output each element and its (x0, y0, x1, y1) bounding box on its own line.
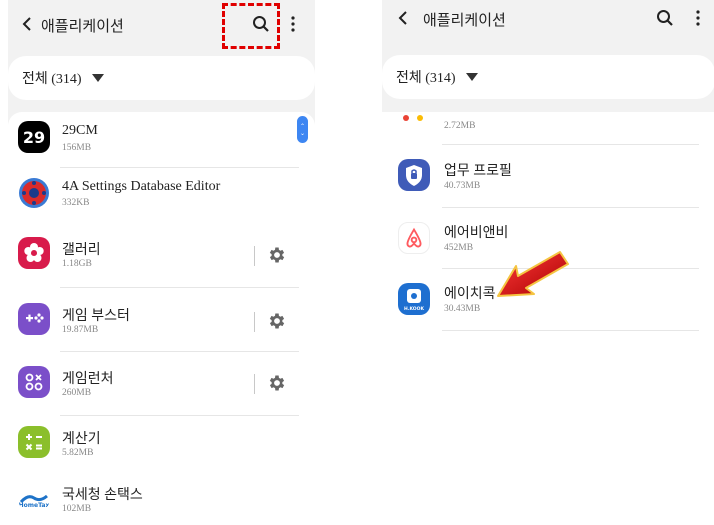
back-arrow-icon (22, 17, 31, 31)
app-size: 5.82MB (62, 448, 94, 458)
app-name: 게임 부스터 (62, 309, 130, 324)
h-kook-icon: H.KOOK (398, 283, 430, 315)
app-row-calculator[interactable]: 계산기 5.82MB (8, 416, 315, 474)
app-size: 260MB (62, 388, 92, 398)
more-vertical-icon (696, 10, 700, 26)
chevron-down-icon: ⌄ (299, 129, 306, 137)
app-name: 에이치콕 (444, 287, 496, 302)
app-size: 1.18GB (62, 259, 92, 269)
search-button[interactable] (653, 6, 677, 30)
app-row-game-launcher[interactable]: 게임런처 260MB (8, 352, 315, 416)
app-size: 2.72MB (444, 121, 476, 131)
app-row-settings-db[interactable]: 4A Settings Database Editor 332KB (8, 168, 315, 224)
gear-separator (254, 374, 255, 394)
app-row-29cm[interactable]: 29 29CM 156MB (8, 112, 315, 170)
app-row-gallery[interactable]: 갤러리 1.18GB (8, 226, 315, 286)
search-icon (253, 16, 269, 32)
app-size: 19.87MB (62, 325, 99, 335)
game-launcher-icon (18, 366, 50, 398)
settings-db-icon (18, 177, 50, 209)
app-size: 156MB (62, 143, 92, 153)
more-options-button[interactable] (281, 12, 305, 36)
app-size: 452MB (444, 243, 474, 253)
hometax-icon: HomeTax (18, 482, 50, 514)
app-row-partial[interactable]: 2.72MB (382, 112, 714, 134)
gallery-icon (18, 237, 50, 269)
game-booster-icon (18, 303, 50, 335)
gear-separator (254, 246, 255, 266)
back-button[interactable] (16, 10, 38, 38)
filter-dropdown[interactable]: 전체 (314) (8, 56, 315, 100)
app-size: 102MB (62, 504, 92, 514)
app-name: 29CM (62, 123, 98, 138)
calculator-icon (18, 426, 50, 458)
svg-text:H.KOOK: H.KOOK (404, 306, 424, 312)
app-name: 갤러리 (62, 243, 101, 258)
more-vertical-icon (291, 16, 295, 32)
app-size: 40.73MB (444, 181, 481, 191)
app-size: 30.43MB (444, 304, 481, 314)
app-name: 에어비앤비 (444, 226, 509, 241)
page-title: 애플리케이션 (41, 19, 124, 35)
divider (442, 330, 699, 331)
search-icon (657, 10, 673, 26)
filter-label: 전체 (314) (396, 71, 456, 86)
more-options-button[interactable] (686, 6, 710, 30)
app-settings-button[interactable] (266, 310, 288, 332)
left-phone-screen: 애플리케이션 전체 (314) 29 29CM 156MB 4A Setting… (8, 0, 315, 525)
app-row-work-profile[interactable]: 업무 프로필 40.73MB (382, 145, 714, 207)
app-row-game-booster[interactable]: 게임 부스터 19.87MB (8, 288, 315, 352)
app-name: 계산기 (62, 432, 101, 447)
page-title: 애플리케이션 (423, 13, 506, 29)
svg-text:29: 29 (23, 128, 45, 147)
app-list: 29 29CM 156MB 4A Settings Database Edito… (8, 112, 315, 525)
airbnb-icon (398, 222, 430, 254)
back-arrow-icon (398, 11, 407, 25)
gear-icon (269, 313, 285, 329)
app-settings-button[interactable] (266, 372, 288, 394)
gear-separator (254, 312, 255, 332)
app-bar: 애플리케이션 (8, 0, 315, 52)
chevron-up-icon: ⌃ (299, 122, 306, 130)
app-name: 게임런처 (62, 372, 114, 387)
app-name: 업무 프로필 (444, 164, 512, 179)
dropdown-caret-icon (465, 73, 478, 81)
right-phone-screen: 애플리케이션 전체 (314) 2.72MB 업무 프로필 40.73MB 에어… (382, 0, 714, 335)
gear-icon (269, 375, 285, 391)
29cm-icon: 29 (18, 121, 50, 153)
app-settings-button[interactable] (266, 244, 288, 266)
gear-icon (269, 247, 285, 263)
app-bar: 애플리케이션 (382, 0, 714, 52)
app-list: 2.72MB 업무 프로필 40.73MB 에어비앤비 452MB H.KOOK (382, 112, 714, 335)
filter-dropdown[interactable]: 전체 (314) (382, 55, 714, 99)
filter-label: 전체 (314) (22, 72, 82, 87)
search-button[interactable] (249, 12, 273, 36)
fast-scroll-thumb[interactable]: ⌃ ⌄ (297, 116, 308, 143)
app-size: 332KB (62, 198, 90, 208)
svg-text:HomeTax: HomeTax (19, 502, 50, 509)
google-app-icon (398, 112, 428, 126)
dropdown-caret-icon (91, 74, 104, 82)
work-profile-icon (398, 159, 430, 191)
app-name: 4A Settings Database Editor (62, 179, 221, 194)
app-row-hometax[interactable]: HomeTax 국세청 손택스 102MB (8, 474, 315, 525)
app-row-h-kook[interactable]: H.KOOK 에이치콕 30.43MB (382, 269, 714, 331)
app-row-airbnb[interactable]: 에어비앤비 452MB (382, 208, 714, 268)
app-name: 국세청 손택스 (62, 488, 143, 503)
back-button[interactable] (392, 4, 414, 32)
